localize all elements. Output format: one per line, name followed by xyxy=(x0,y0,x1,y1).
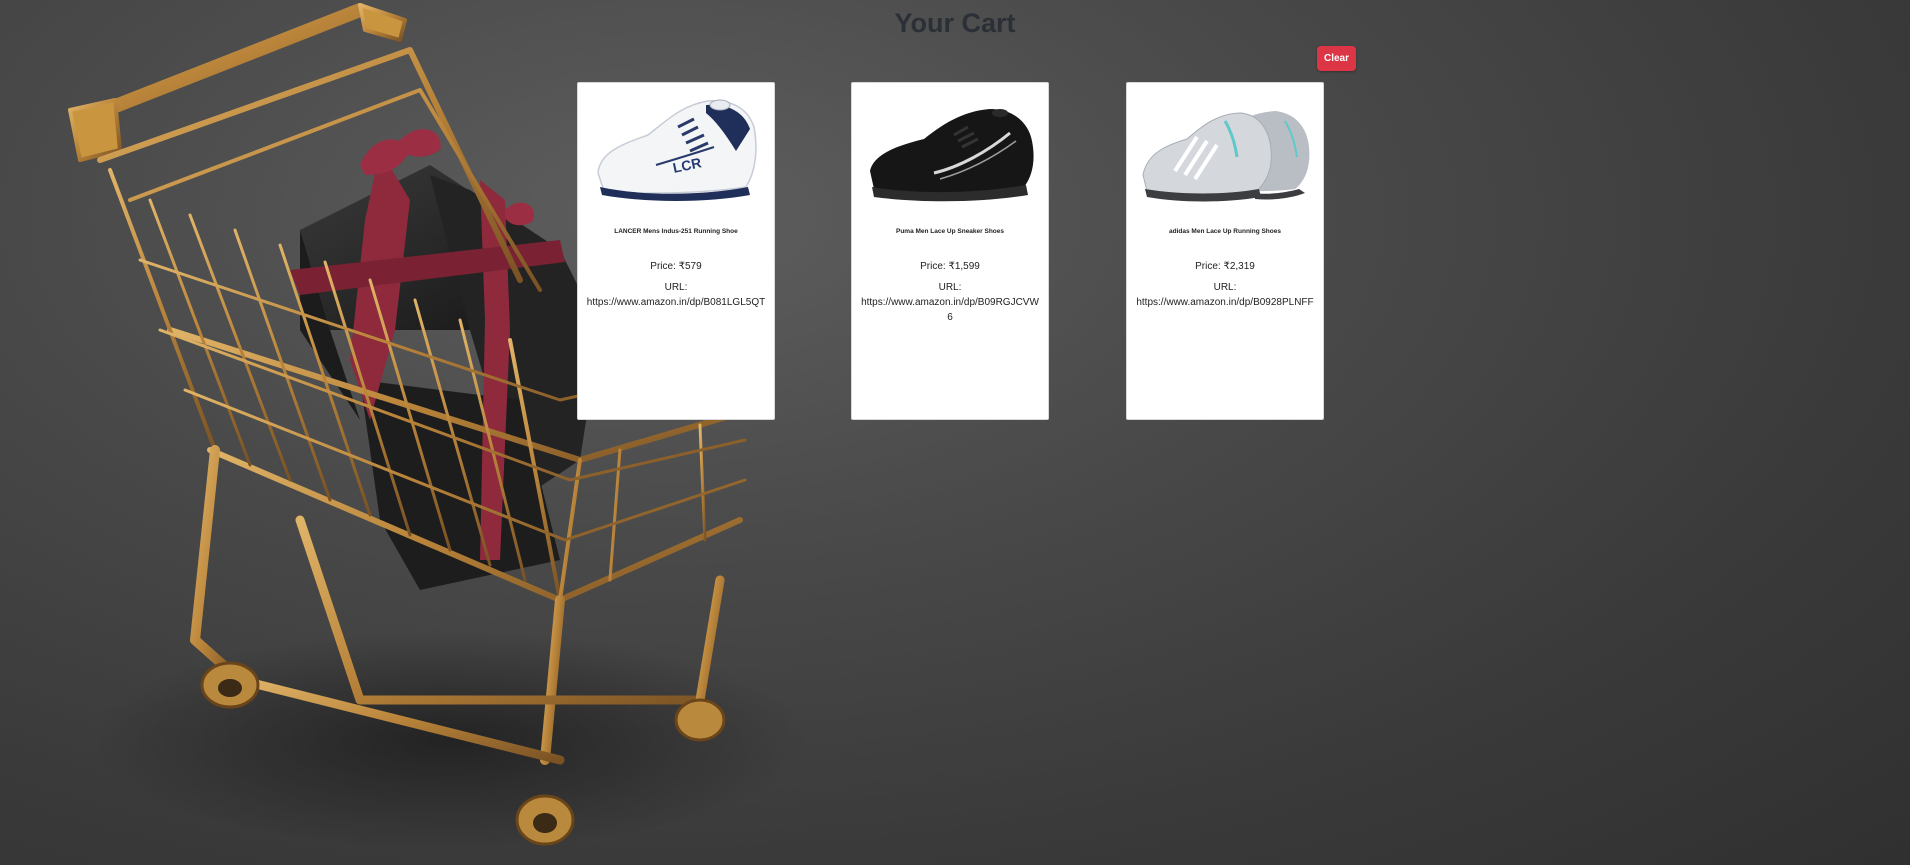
product-url-link[interactable]: https://www.amazon.in/dp/B081LGL5QT xyxy=(586,295,766,310)
product-url-label: URL: xyxy=(664,282,688,293)
product-url-link[interactable]: https://www.amazon.in/dp/B0928PLNFF xyxy=(1135,295,1315,310)
product-url-link[interactable]: https://www.amazon.in/dp/B09RGJCVW6 xyxy=(860,295,1040,325)
cart-item-card: LCR LANCER Mens Indus-251 Running Shoe P… xyxy=(577,82,775,420)
product-name: LANCER Mens Indus-251 Running Shoe xyxy=(614,228,738,235)
clear-cart-button[interactable]: Clear xyxy=(1317,46,1356,71)
page-title: Your Cart xyxy=(894,8,1016,38)
product-url-label: URL: xyxy=(1213,282,1237,293)
black-sneaker-shoe-image xyxy=(870,109,1034,202)
product-name: adidas Men Lace Up Running Shoes xyxy=(1169,228,1281,235)
cart-item-card: adidas Men Lace Up Running Shoes Price: … xyxy=(1126,82,1324,420)
grey-running-shoe-image xyxy=(1142,111,1310,202)
cart-item-card: Puma Men Lace Up Sneaker Shoes Price: ₹1… xyxy=(851,82,1049,420)
white-running-shoe-image: LCR xyxy=(597,99,757,201)
product-name: Puma Men Lace Up Sneaker Shoes xyxy=(895,228,1004,235)
product-price: Price: ₹579 xyxy=(650,261,702,272)
product-price: Price: ₹2,319 xyxy=(1195,261,1255,272)
product-url-label: URL: xyxy=(938,282,962,293)
product-price: Price: ₹1,599 xyxy=(920,261,980,272)
